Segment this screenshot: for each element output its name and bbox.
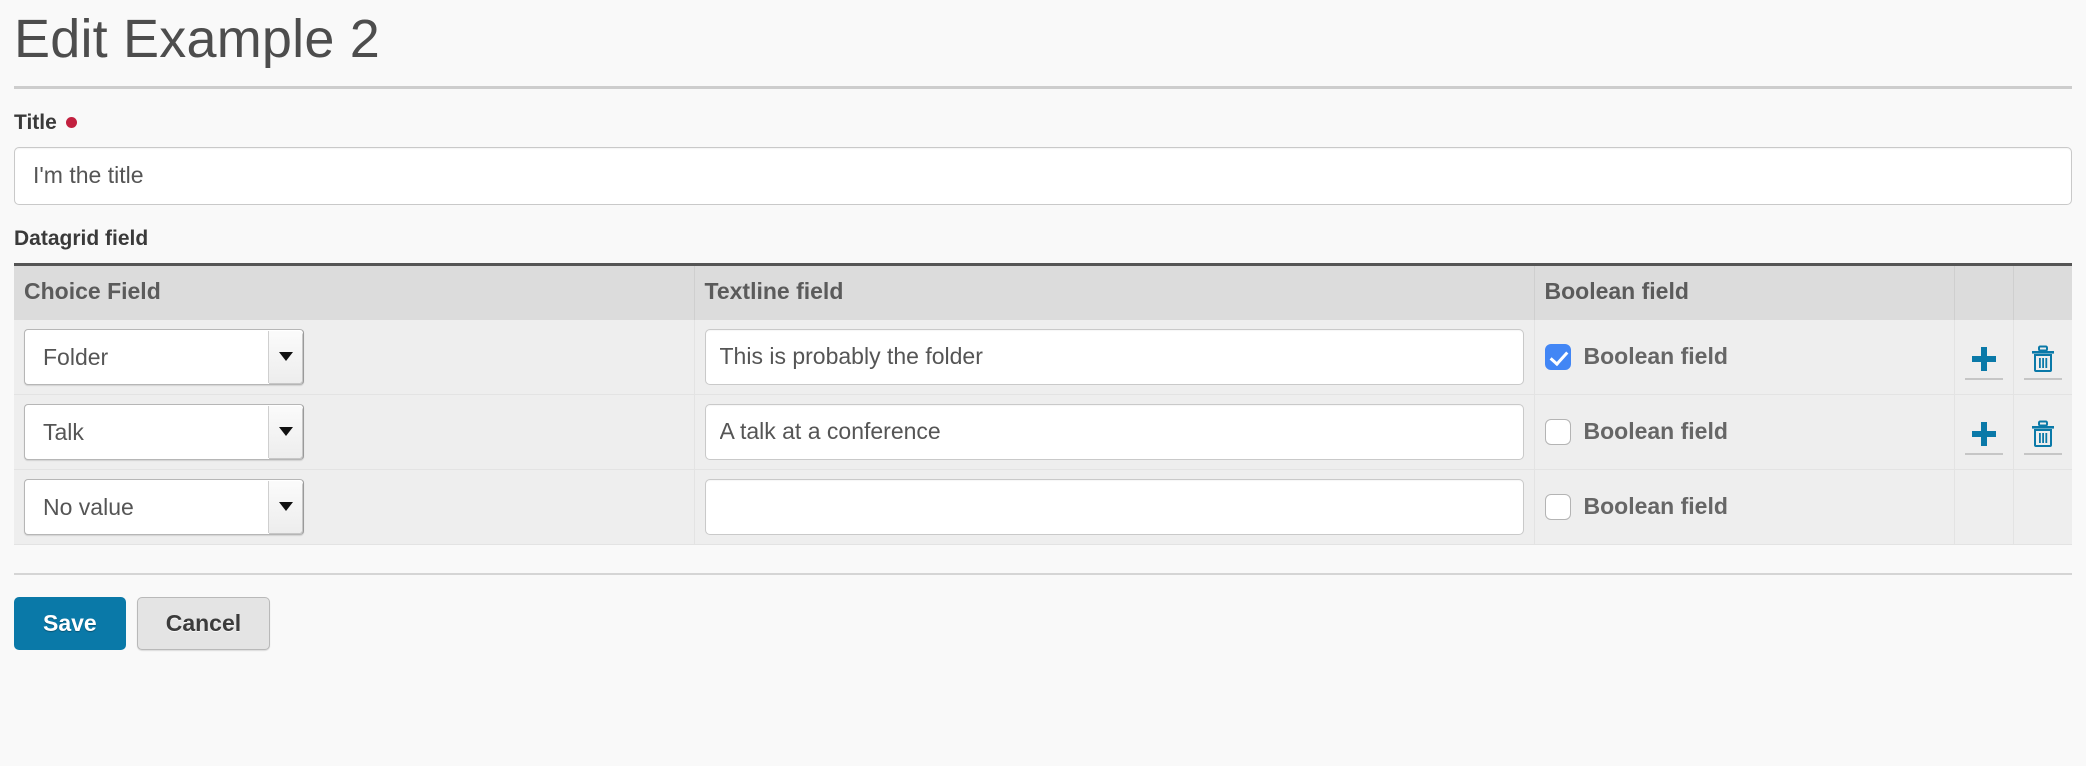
cell-remove-row [2013, 393, 2072, 470]
cell-remove-row [2013, 468, 2072, 545]
boolean-checkbox-label: Boolean field [1583, 493, 1728, 520]
page-title: Edit Example 2 [14, 9, 380, 69]
boolean-checkbox-label: Boolean field [1583, 418, 1728, 445]
save-button[interactable]: Save [14, 596, 126, 651]
plus-icon [1969, 419, 1999, 449]
choice-select-shell: Talk [24, 403, 304, 460]
choice-select[interactable]: Talk [24, 403, 304, 460]
column-header-remove [2013, 262, 2072, 320]
choice-select[interactable]: No value [24, 478, 304, 535]
boolean-field-wrapper: Boolean field [1544, 493, 1944, 520]
cancel-button[interactable]: Cancel [136, 596, 271, 651]
datagrid-table: Choice Field Textline field Boolean fiel… [14, 262, 2072, 545]
cell-boolean: Boolean field [1534, 393, 1955, 470]
boolean-checkbox-label: Boolean field [1583, 343, 1728, 370]
datagrid-header-row: Choice Field Textline field Boolean fiel… [14, 262, 2072, 320]
cell-add-row [1954, 393, 2014, 470]
choice-select[interactable]: Folder [24, 328, 304, 385]
remove-row-button[interactable] [2023, 334, 2062, 380]
title-field-group: Title [14, 89, 2072, 205]
table-row: No value Boolean field [14, 468, 2072, 545]
add-row-button[interactable] [1964, 409, 2003, 455]
edit-form-page: Edit Example 2 Title Datagrid field [0, 0, 2086, 651]
cell-boolean: Boolean field [1534, 318, 1955, 395]
cell-add-row [1954, 468, 2014, 545]
required-indicator-icon [65, 117, 77, 129]
cell-remove-row [2013, 318, 2072, 395]
datagrid-header: Choice Field Textline field Boolean fiel… [14, 262, 2072, 320]
datagrid-label-text: Datagrid field [14, 226, 149, 250]
remove-row-button[interactable] [2023, 409, 2062, 455]
cell-textline [694, 393, 1535, 470]
cell-choice: No value [14, 468, 695, 545]
column-header-boolean: Boolean field [1534, 262, 1955, 320]
table-row: Folder Boolean field [14, 318, 2072, 395]
cell-boolean: Boolean field [1534, 468, 1955, 545]
datagrid-body: Folder Boolean field [14, 318, 2072, 545]
add-row-button[interactable] [1964, 334, 2003, 380]
boolean-checkbox[interactable] [1544, 493, 1571, 520]
textline-input[interactable] [704, 403, 1524, 460]
table-row: Talk Boolean field [14, 393, 2072, 470]
cell-textline [694, 318, 1535, 395]
column-header-add [1954, 262, 2014, 320]
cell-textline [694, 468, 1535, 545]
cell-choice: Talk [14, 393, 695, 470]
cell-add-row [1954, 318, 2014, 395]
textline-input[interactable] [704, 478, 1524, 535]
datagrid-wrapper: Choice Field Textline field Boolean fiel… [14, 262, 2072, 545]
choice-select-shell: Folder [24, 328, 304, 385]
boolean-field-wrapper: Boolean field [1544, 343, 1944, 370]
plus-icon [1969, 344, 1999, 374]
boolean-field-wrapper: Boolean field [1544, 418, 1944, 445]
cell-choice: Folder [14, 318, 695, 395]
choice-select-shell: No value [24, 478, 304, 535]
textline-input[interactable] [704, 328, 1524, 385]
trash-icon [2028, 419, 2058, 449]
title-field-label: Title [14, 111, 2072, 135]
title-input[interactable] [14, 146, 2072, 205]
column-header-textline: Textline field [694, 262, 1535, 320]
boolean-checkbox[interactable] [1544, 418, 1571, 445]
column-header-choice: Choice Field [14, 262, 695, 320]
form-actions: Save Cancel [14, 575, 2072, 651]
datagrid-field-group: Datagrid field Choice Field Textline fie… [14, 205, 2072, 545]
title-label-text: Title [14, 110, 57, 134]
boolean-checkbox[interactable] [1544, 343, 1571, 370]
trash-icon [2028, 344, 2058, 374]
datagrid-field-label: Datagrid field [14, 227, 2072, 251]
